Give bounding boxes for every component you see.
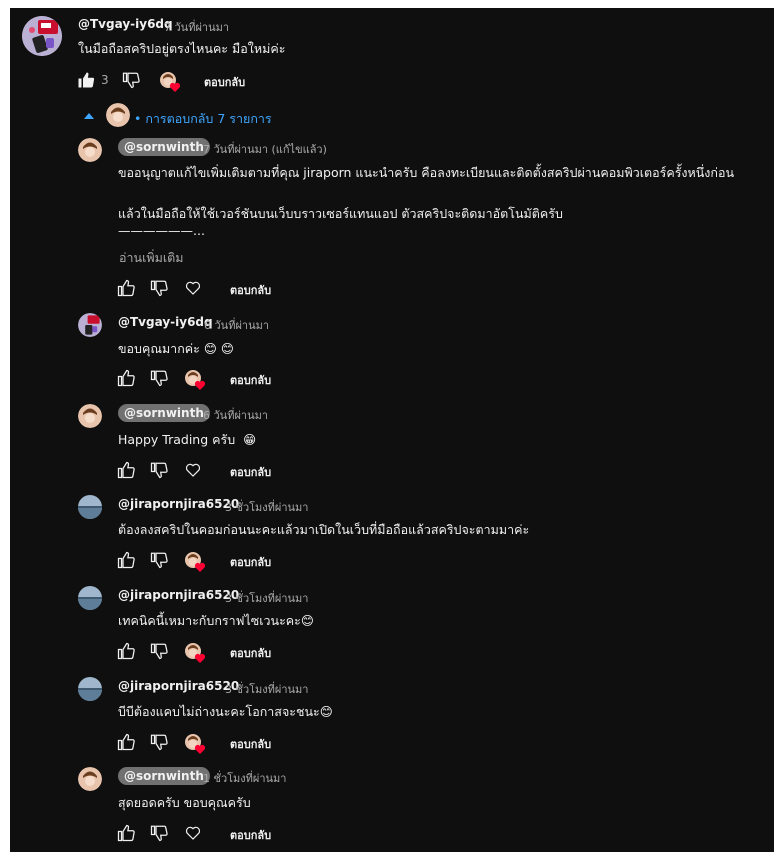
avatar-jiraporn[interactable] xyxy=(78,677,102,701)
avatar-sornwinth[interactable] xyxy=(78,767,102,791)
reply-button[interactable]: ตอบกลับ xyxy=(230,735,271,753)
creator-author-chip[interactable]: @sornwinth xyxy=(118,767,210,785)
creator-heart-icon xyxy=(185,734,206,754)
jiraporn-avatar-image xyxy=(78,677,102,701)
dislike-icon[interactable] xyxy=(150,733,168,751)
sornwinth-avatar-image xyxy=(78,138,102,162)
reply-button[interactable]: ตอบกลับ xyxy=(230,463,271,481)
reply-time[interactable]: 3 ชั่วโมงที่ผ่านมา xyxy=(225,589,309,607)
dislike-icon[interactable] xyxy=(150,642,168,660)
like-icon[interactable] xyxy=(117,461,135,479)
dislike-icon[interactable] xyxy=(150,279,168,297)
like-icon[interactable] xyxy=(117,824,135,842)
reply-button[interactable]: ตอบกลับ xyxy=(230,826,271,844)
avatar-jiraporn[interactable] xyxy=(78,495,102,519)
reply-author[interactable]: @jirapornjira6520 xyxy=(118,679,239,693)
creator-heart-icon xyxy=(185,370,206,390)
avatar-tvgay[interactable] xyxy=(22,16,62,56)
dislike-icon[interactable] xyxy=(122,71,140,89)
smile-emoji: 😊 xyxy=(300,613,314,628)
dislike-icon[interactable] xyxy=(150,551,168,569)
avatar-sornwinth[interactable] xyxy=(78,138,102,162)
reply-text: สุดยอดครับ ขอบคุณครับ xyxy=(118,795,251,810)
reply-text: ต้องลงสคริปในคอมก่อนนะคะแล้วมาเปิดในเว็บ… xyxy=(118,522,530,537)
reply-text: Happy Trading ครับ 😁 xyxy=(118,430,256,450)
like-icon[interactable] xyxy=(117,369,135,387)
like-count: 3 xyxy=(101,73,109,87)
reply-time[interactable]: 6 วันที่ผ่านมา xyxy=(203,406,268,424)
reply-text-line-3: ——————... xyxy=(118,223,205,238)
heart-outline-icon[interactable] xyxy=(185,462,201,478)
reply-text-line-1: ขออนุญาตแก้ไขเพิ่มเติมตามที่คุณ jiraporn… xyxy=(118,165,735,180)
reply-button[interactable]: ตอบกลับ xyxy=(230,281,271,299)
reply-text-words: บีบีต้องแคบไม่ถ่างนะคะโอกาสจะชนะ xyxy=(118,704,320,719)
replies-avatar xyxy=(106,103,130,127)
reply-time[interactable]: 3 ชั่วโมงที่ผ่านมา xyxy=(225,680,309,698)
replies-count-label: • การตอบกลับ 7 รายการ xyxy=(134,111,272,126)
reply-text-words: เทคนิคนี้เหมาะกับกราฟไซเวนะคะ xyxy=(118,613,301,628)
heart-outline-icon[interactable] xyxy=(185,280,201,296)
reply-time[interactable]: 7 วันที่ผ่านมา (แก้ไขแล้ว) xyxy=(203,140,327,158)
like-filled-icon[interactable] xyxy=(77,71,95,89)
replies-toggle-button[interactable]: • การตอบกลับ 7 รายการ xyxy=(82,103,332,128)
comment-time[interactable]: 7 วันที่ผ่านมา xyxy=(164,18,229,36)
creator-avatar-heart-icon xyxy=(160,72,181,92)
reply-author[interactable]: @jirapornjira6520 xyxy=(118,497,239,511)
chevron-up-icon xyxy=(84,113,94,119)
reply-button[interactable]: ตอบกลับ xyxy=(230,644,271,662)
dislike-icon[interactable] xyxy=(150,461,168,479)
sornwinth-avatar-image xyxy=(78,404,102,428)
heart-outline-icon[interactable] xyxy=(185,825,201,841)
like-icon[interactable] xyxy=(117,551,135,569)
comment-text: ในมือถือสคริปอยู่ตรงไหนคะ มือใหม่ค่ะ xyxy=(78,41,286,56)
sornwinth-avatar-image xyxy=(78,767,102,791)
jiraporn-avatar-image xyxy=(78,586,102,610)
reply-button[interactable]: ตอบกลับ xyxy=(230,553,271,571)
avatar-jiraporn[interactable] xyxy=(78,586,102,610)
read-more-link[interactable]: อ่านเพิ่มเติม xyxy=(119,248,183,268)
reply-button[interactable]: ตอบกลับ xyxy=(204,73,245,91)
avatar-image xyxy=(78,313,102,337)
avatar-tvgay[interactable] xyxy=(78,313,102,337)
reply-text: ขอบคุณมากค่ะ 😊 😊 xyxy=(118,339,234,359)
reply-time[interactable]: 1 ชั่วโมงที่ผ่านมา xyxy=(203,769,287,787)
creator-heart-icon xyxy=(185,643,206,663)
dislike-icon[interactable] xyxy=(150,369,168,387)
like-icon[interactable] xyxy=(117,279,135,297)
creator-heart-icon xyxy=(185,552,206,572)
reply-time[interactable]: 6 วันที่ผ่านมา xyxy=(204,316,269,334)
dislike-icon[interactable] xyxy=(150,824,168,842)
creator-author-chip[interactable]: @sornwinth xyxy=(118,138,210,156)
reply-text: เทคนิคนี้เหมาะกับกราฟไซเวนะคะ😊 xyxy=(118,611,314,631)
sornwinth-avatar-image xyxy=(106,103,130,127)
reply-button[interactable]: ตอบกลับ xyxy=(230,371,271,389)
jiraporn-avatar-image xyxy=(78,495,102,519)
like-icon[interactable] xyxy=(117,733,135,751)
grin-emoji: 😁 xyxy=(243,432,257,447)
reply-text-line-2: แล้วในมือถือให้ใช้เวอร์ชันบนเว็บบราวเซอร… xyxy=(118,206,563,221)
reply-time[interactable]: 3 ชั่วโมงที่ผ่านมา xyxy=(225,498,309,516)
smile-emoji: 😊 xyxy=(319,704,333,719)
creator-heart-badge xyxy=(159,71,181,93)
creator-author-chip[interactable]: @sornwinth xyxy=(118,404,210,422)
reply-author[interactable]: @Tvgay-iy6dq xyxy=(118,315,213,329)
avatar-sornwinth[interactable] xyxy=(78,404,102,428)
comment-author[interactable]: @Tvgay-iy6dq xyxy=(78,17,173,31)
like-icon[interactable] xyxy=(117,642,135,660)
smile-emoji: 😊 😊 xyxy=(203,341,234,356)
reply-text-words: ขอบคุณมากค่ะ xyxy=(118,341,200,356)
comment-thread-panel: @Tvgay-iy6dq 7 วันที่ผ่านมา ในมือถือสคริ… xyxy=(10,8,774,852)
avatar-image xyxy=(22,16,62,56)
reply-author[interactable]: @jirapornjira6520 xyxy=(118,588,239,602)
reply-text: บีบีต้องแคบไม่ถ่างนะคะโอกาสจะชนะ😊 xyxy=(118,702,333,722)
reply-text-words: Happy Trading ครับ xyxy=(118,432,236,447)
